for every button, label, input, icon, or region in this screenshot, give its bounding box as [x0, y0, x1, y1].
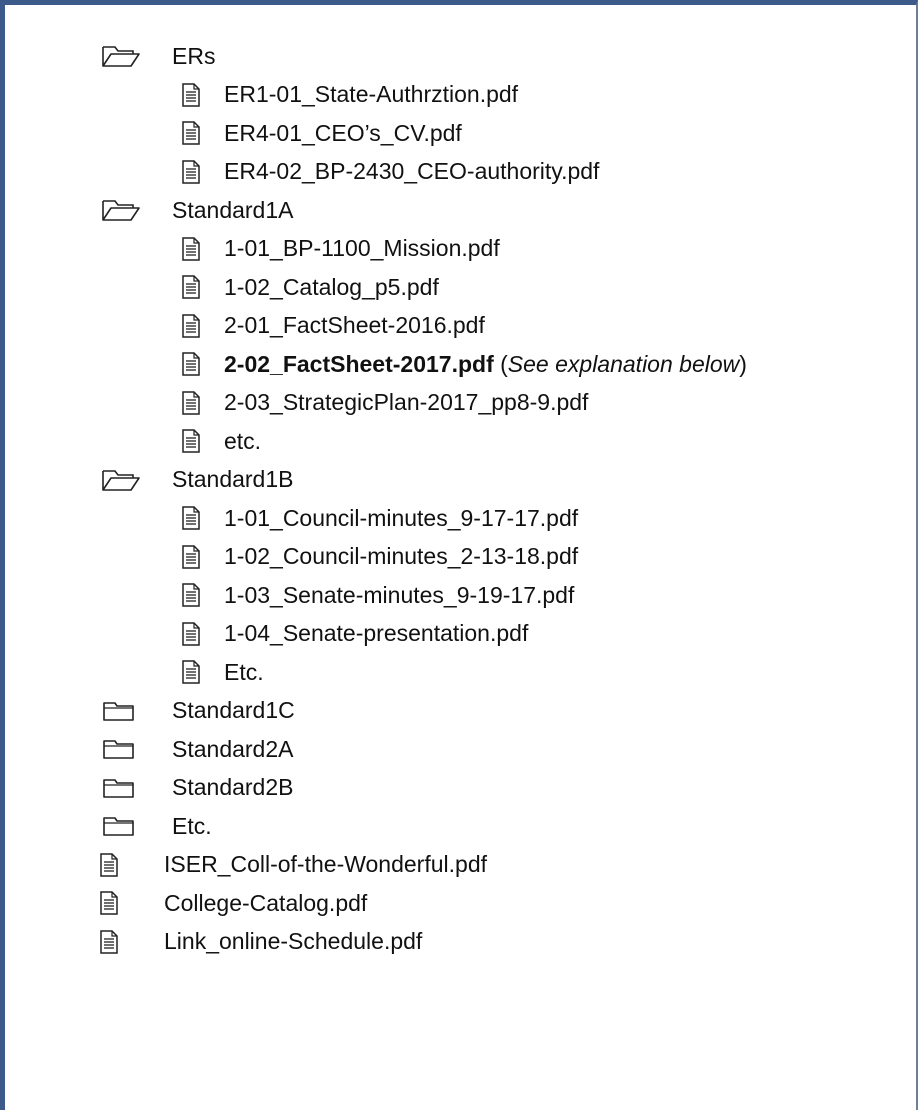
- file-item[interactable]: ER1-01_State-Authrztion.pdf: [100, 76, 747, 115]
- document-icon: [182, 275, 200, 299]
- folder-label: Standard1B: [172, 466, 294, 493]
- highlighted-file-name: 2-02_FactSheet-2017.pdf: [224, 350, 494, 377]
- folder-standard1c[interactable]: Standard1C: [100, 692, 747, 731]
- open-folder-icon: [100, 43, 142, 69]
- file-label: 1-03_Senate-minutes_9-19-17.pdf: [224, 581, 575, 608]
- file-label: ER4-02_BP-2430_CEO-authority.pdf: [224, 158, 600, 185]
- file-item[interactable]: 1-04_Senate-presentation.pdf: [100, 615, 747, 654]
- folder-ers[interactable]: ERs: [100, 37, 747, 76]
- folder-etc[interactable]: Etc.: [100, 807, 747, 846]
- document-icon: [100, 853, 118, 877]
- file-label: 1-01_Council-minutes_9-17-17.pdf: [224, 504, 579, 531]
- document-icon: [182, 121, 200, 145]
- file-label: etc.: [224, 427, 262, 454]
- file-label: ISER_Coll-of-the-Wonderful.pdf: [164, 851, 487, 878]
- file-label: ER1-01_State-Authrztion.pdf: [224, 81, 519, 108]
- file-label: College-Catalog.pdf: [164, 889, 368, 916]
- document-icon: [182, 314, 200, 338]
- file-item[interactable]: 1-02_Council-minutes_2-13-18.pdf: [100, 538, 747, 577]
- file-label: 1-01_BP-1100_Mission.pdf: [224, 235, 500, 262]
- file-item[interactable]: ER4-02_BP-2430_CEO-authority.pdf: [100, 153, 747, 192]
- document-icon: [182, 660, 200, 684]
- file-item[interactable]: 2-01_FactSheet-2016.pdf: [100, 307, 747, 346]
- file-label: 2-01_FactSheet-2016.pdf: [224, 312, 485, 339]
- folder-standard1a[interactable]: Standard1A: [100, 191, 747, 230]
- file-item[interactable]: etc.: [100, 422, 747, 461]
- root-file-item[interactable]: College-Catalog.pdf: [100, 884, 747, 923]
- open-folder-icon: [100, 467, 142, 493]
- root-file-item[interactable]: ISER_Coll-of-the-Wonderful.pdf: [100, 846, 747, 885]
- note-text: See explanation below: [507, 350, 740, 377]
- file-label: 1-02_Council-minutes_2-13-18.pdf: [224, 543, 579, 570]
- file-label: 1-04_Senate-presentation.pdf: [224, 620, 529, 647]
- folder-standard2b[interactable]: Standard2B: [100, 769, 747, 808]
- folder-icon: [100, 736, 142, 762]
- file-label: Link_online-Schedule.pdf: [164, 928, 423, 955]
- document-icon: [182, 160, 200, 184]
- folder-label: ERs: [172, 42, 216, 69]
- folder-standard2a[interactable]: Standard2A: [100, 730, 747, 769]
- file-item[interactable]: ER4-01_CEO’s_CV.pdf: [100, 114, 747, 153]
- document-icon: [182, 622, 200, 646]
- folder-label: Etc.: [172, 812, 212, 839]
- explanation-note: (See explanation below): [500, 351, 747, 377]
- folder-icon: [100, 698, 142, 724]
- file-label: 1-02_Catalog_p5.pdf: [224, 273, 439, 300]
- file-item[interactable]: 1-02_Catalog_p5.pdf: [100, 268, 747, 307]
- document-icon: [100, 891, 118, 915]
- folder-label: Standard2B: [172, 774, 294, 801]
- file-item[interactable]: 1-03_Senate-minutes_9-19-17.pdf: [100, 576, 747, 615]
- document-icon: [182, 429, 200, 453]
- folder-icon: [100, 775, 142, 801]
- root-file-item[interactable]: Link_online-Schedule.pdf: [100, 923, 747, 962]
- document-icon: [182, 583, 200, 607]
- file-label: ER4-01_CEO’s_CV.pdf: [224, 119, 462, 146]
- document-icon: [182, 237, 200, 261]
- document-icon: [182, 391, 200, 415]
- note-paren-close: ): [739, 350, 747, 377]
- note-paren-open: (: [500, 350, 508, 377]
- file-tree: ERs ER1-01_State-Authrztion.pdf ER4-01_C…: [100, 37, 747, 961]
- folder-label: Standard1A: [172, 196, 294, 223]
- file-item[interactable]: 1-01_Council-minutes_9-17-17.pdf: [100, 499, 747, 538]
- open-folder-icon: [100, 197, 142, 223]
- file-label: 2-03_StrategicPlan-2017_pp8-9.pdf: [224, 389, 589, 416]
- document-icon: [182, 352, 200, 376]
- document-icon: [100, 930, 118, 954]
- document-icon: [182, 506, 200, 530]
- file-item-highlighted[interactable]: 2-02_FactSheet-2017.pdf (See explanation…: [100, 345, 747, 384]
- file-item[interactable]: 2-03_StrategicPlan-2017_pp8-9.pdf: [100, 384, 747, 423]
- file-item[interactable]: 1-01_BP-1100_Mission.pdf: [100, 230, 747, 269]
- file-label: Etc.: [224, 658, 264, 685]
- file-label: 2-02_FactSheet-2017.pdf (See explanation…: [224, 351, 747, 378]
- folder-icon: [100, 813, 142, 839]
- folder-standard1b[interactable]: Standard1B: [100, 461, 747, 500]
- document-icon: [182, 83, 200, 107]
- folder-label: Standard2A: [172, 735, 294, 762]
- folder-label: Standard1C: [172, 697, 295, 724]
- file-item[interactable]: Etc.: [100, 653, 747, 692]
- document-icon: [182, 545, 200, 569]
